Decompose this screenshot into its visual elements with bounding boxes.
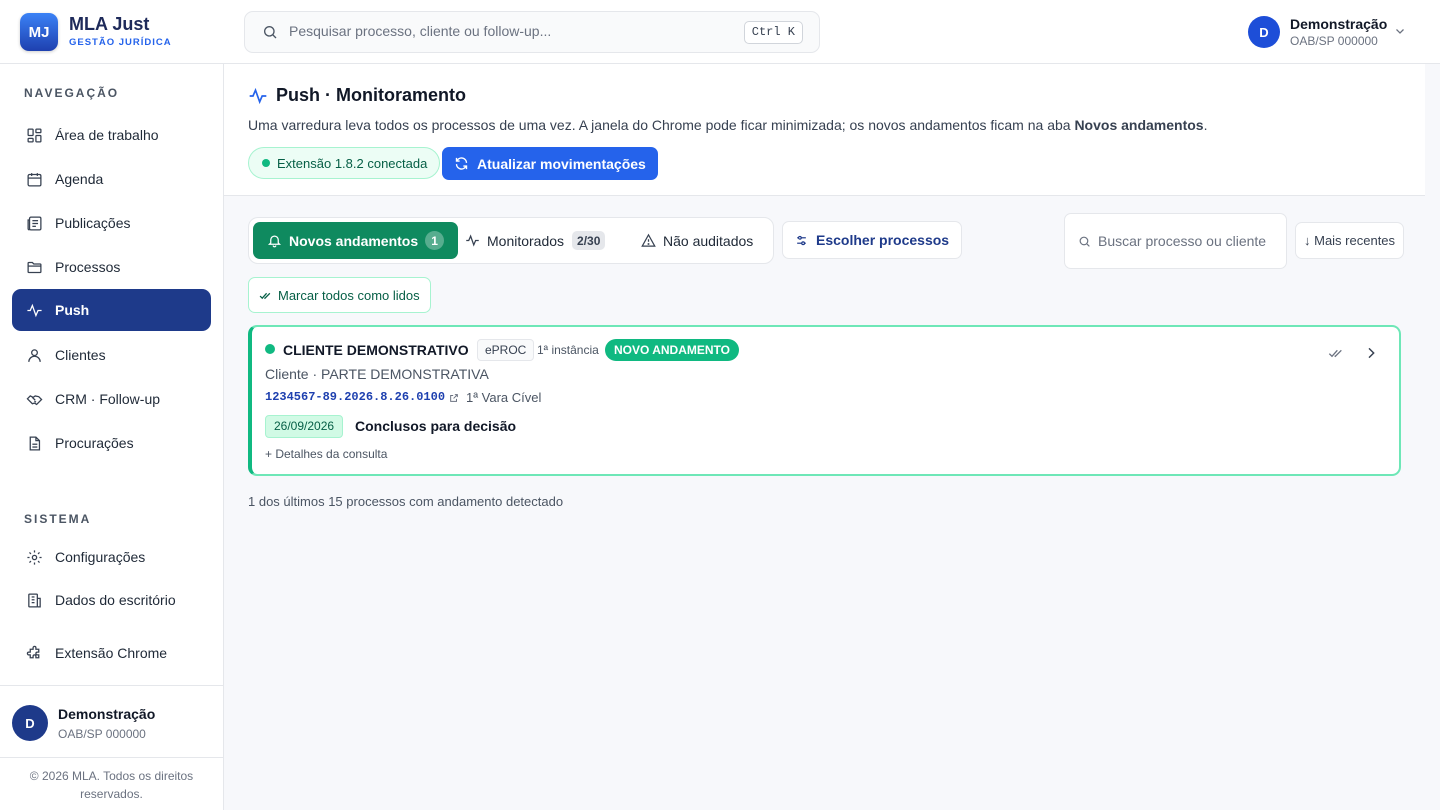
user-oab: OAB/SP 000000 — [1290, 34, 1378, 48]
instance-label: 1ª instância — [537, 343, 599, 357]
document-icon — [25, 434, 43, 452]
sidebar-item-label: Área de trabalho — [55, 127, 159, 143]
gear-icon — [25, 548, 43, 566]
sidebar-item-push[interactable]: Push — [12, 289, 211, 331]
movement-text: Conclusos para decisão — [355, 418, 517, 434]
sidebar-item-workspace[interactable]: Área de trabalho — [12, 114, 211, 156]
sliders-icon — [797, 235, 806, 245]
sidebar-item-office-data[interactable]: Dados do escritório — [12, 579, 211, 621]
movement-card[interactable]: CLIENTE DEMONSTRATIVO ePROC 1ª instância… — [248, 325, 1401, 476]
sidebar-item-crm[interactable]: CRM · Follow-up — [12, 378, 211, 420]
warning-icon — [641, 233, 656, 248]
status-dot — [262, 159, 270, 167]
chevron-down-icon[interactable] — [1394, 24, 1406, 42]
user-name: Demonstração — [1290, 16, 1388, 32]
tab-monitored[interactable]: Monitorados 2/30 — [451, 222, 619, 259]
sidebar-item-label: Extensão Chrome — [55, 645, 168, 661]
grid-icon — [25, 126, 43, 144]
refresh-movements-button[interactable]: Atualizar movimentações — [442, 147, 658, 180]
nav-section-title: NAVEGAÇÃO — [24, 86, 120, 100]
sidebar-item-label: Push — [55, 302, 90, 318]
process-number-link[interactable]: 1234567-89.2026.8.26.0100 — [265, 390, 445, 404]
activity-icon — [249, 87, 267, 104]
copyright: © 2026 MLA. Todos os direitos reservados… — [29, 769, 194, 801]
sidebar-item-agenda[interactable]: Agenda — [12, 158, 211, 200]
user-oab: OAB/SP 000000 — [58, 727, 146, 741]
external-link-icon[interactable] — [449, 390, 459, 408]
sidebar-item-label: Publicações — [55, 215, 131, 231]
sidebar-item-settings[interactable]: Configurações — [12, 536, 211, 578]
sidebar-item-label: Processos — [55, 259, 121, 275]
sidebar-item-powers-of-attorney[interactable]: Procurações — [12, 422, 211, 464]
brand-name: MLA Just — [69, 14, 150, 34]
activity-icon — [25, 301, 43, 319]
sidebar-item-clients[interactable]: Clientes — [12, 334, 211, 376]
client-name: CLIENTE DEMONSTRATIVO — [283, 342, 469, 358]
sidebar-item-publications[interactable]: Publicações — [12, 202, 211, 244]
movement-date: 26/09/2026 — [265, 415, 344, 438]
double-check-icon — [259, 292, 271, 299]
sidebar-item-label: Procurações — [55, 435, 134, 451]
user-icon — [25, 346, 43, 364]
page-title-text: Push · Monitoramento — [276, 85, 466, 105]
sidebar-item-label: Configurações — [55, 549, 146, 565]
count-badge: 2/30 — [572, 231, 606, 250]
avatar: D — [1248, 16, 1280, 48]
mark-read-icon[interactable] — [1328, 345, 1344, 366]
puzzle-icon — [25, 644, 43, 662]
count-badge: 1 — [425, 231, 445, 250]
global-search[interactable]: Ctrl K — [244, 11, 820, 53]
search-icon — [1079, 236, 1090, 247]
page-description: Uma varredura leva todos os processos de… — [248, 117, 1208, 133]
sidebar: NAVEGAÇÃO Área de trabalho Agenda Public… — [0, 64, 224, 810]
sidebar-item-label: Clientes — [55, 347, 106, 363]
tab-bar: Novos andamentos 1 Monitorados 2/30 Não … — [248, 217, 774, 264]
page-title: Push · Monitoramento — [248, 85, 466, 106]
app-logo[interactable]: MJ — [20, 13, 58, 51]
search-shortcut: Ctrl K — [743, 21, 803, 44]
details-toggle[interactable]: + Detalhes da consulta — [265, 447, 387, 461]
process-search[interactable] — [1064, 213, 1287, 269]
mark-all-read-button[interactable]: Marcar todos como lidos — [248, 277, 431, 313]
sidebar-item-label: Dados do escritório — [55, 592, 176, 608]
brand-subtitle: GESTÃO JURÍDICA — [69, 37, 172, 48]
extension-status-badge: Extensão 1.8.2 conectada — [248, 147, 441, 179]
top-bar: MJ MLA Just GESTÃO JURÍDICA Ctrl K D Dem… — [0, 0, 1440, 64]
results-count: 1 dos últimos 15 processos com andamento… — [248, 494, 564, 509]
tab-not-audited[interactable]: Não auditados — [627, 222, 767, 259]
client-role: Cliente · PARTE DEMONSTRATIVA — [265, 366, 489, 382]
handshake-icon — [25, 390, 43, 408]
newspaper-icon — [25, 214, 43, 232]
bell-icon — [267, 233, 282, 248]
unread-dot — [265, 344, 275, 354]
sidebar-item-processes[interactable]: Processos — [12, 246, 211, 288]
chevron-right-icon[interactable] — [1363, 345, 1379, 366]
refresh-icon — [455, 157, 468, 170]
system-section-title: SISTEMA — [24, 512, 92, 526]
process-search-input[interactable] — [1098, 233, 1278, 249]
user-name: Demonstração — [58, 706, 156, 722]
sidebar-item-chrome-extension[interactable]: Extensão Chrome — [12, 632, 211, 674]
tab-new-movements[interactable]: Novos andamentos 1 — [253, 222, 459, 259]
sidebar-item-label: CRM · Follow-up — [55, 391, 161, 407]
system-tag: ePROC — [477, 339, 535, 361]
sort-select[interactable]: ↓ Mais recentes — [1295, 222, 1405, 259]
folder-icon — [25, 258, 43, 276]
avatar: D — [12, 705, 48, 741]
calendar-icon — [25, 170, 43, 188]
sidebar-item-label: Agenda — [55, 171, 104, 187]
building-icon — [25, 591, 43, 609]
choose-processes-button[interactable]: Escolher processos — [782, 221, 963, 259]
page-header: Push · Monitoramento Uma varredura leva … — [224, 64, 1425, 196]
status-badge: NOVO ANDAMENTO — [605, 339, 740, 361]
activity-icon — [465, 233, 480, 248]
global-search-input[interactable] — [289, 23, 729, 39]
search-icon — [262, 24, 278, 45]
sidebar-user-card[interactable]: D Demonstração OAB/SP 000000 — [0, 685, 223, 758]
court-label: 1ª Vara Cível — [466, 390, 542, 405]
